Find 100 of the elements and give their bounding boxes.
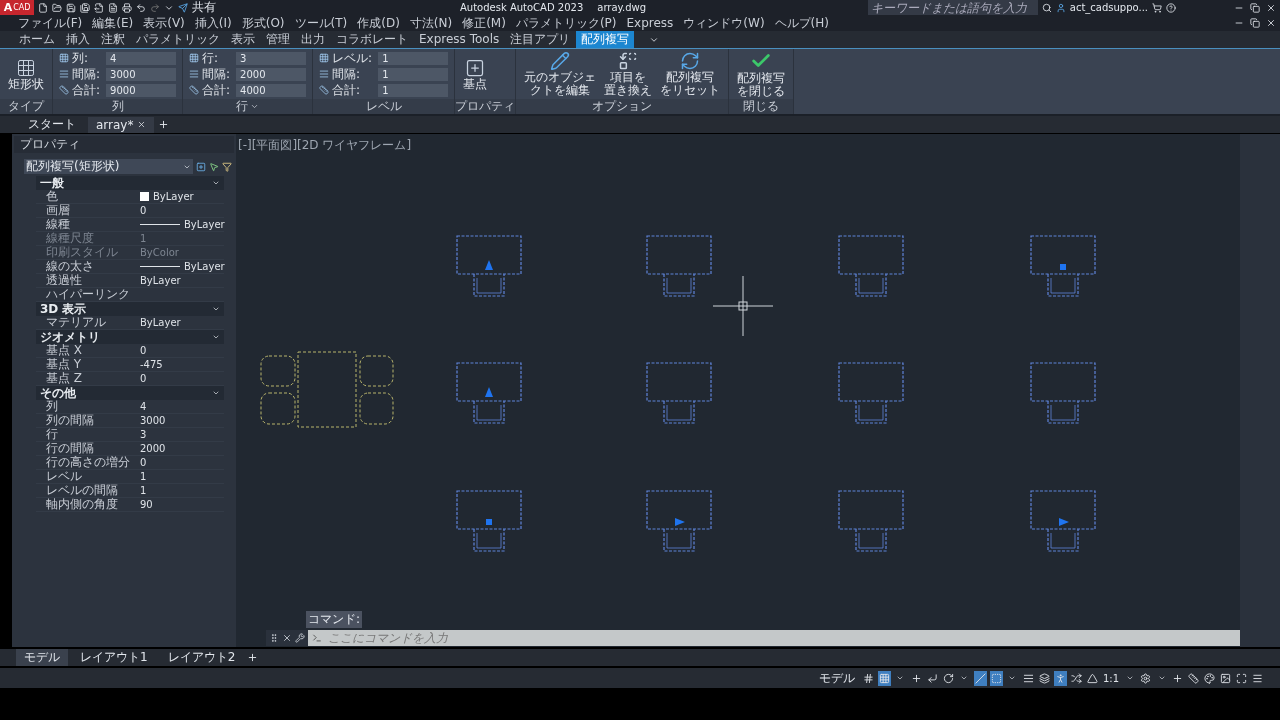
model-space-button[interactable]: モデル xyxy=(818,669,855,687)
value-field[interactable]: 3 xyxy=(236,51,307,65)
pointer-icon[interactable] xyxy=(209,161,219,172)
layout-tab[interactable]: モデル xyxy=(16,649,68,666)
save-icon[interactable] xyxy=(66,2,76,13)
layers-button[interactable] xyxy=(1037,670,1051,686)
caret-icon[interactable] xyxy=(212,389,220,397)
menu-item[interactable]: 修正(M) xyxy=(462,14,506,32)
document-icon[interactable] xyxy=(108,2,118,13)
settings-button[interactable] xyxy=(1139,670,1152,686)
restore-icon[interactable] xyxy=(1250,2,1260,13)
ribbon-button[interactable]: 基点 xyxy=(461,57,490,91)
user-icon[interactable] xyxy=(1055,2,1066,13)
user-name[interactable]: act_cadsuppo... xyxy=(1069,2,1148,13)
ribbon-tab[interactable]: 注目アプリ xyxy=(505,31,576,48)
ribbon-button[interactable]: 配列複写 を閉じる xyxy=(735,50,788,98)
add-tab-icon[interactable] xyxy=(158,119,170,130)
search-field[interactable]: キーワードまたは語句を入力 xyxy=(867,0,1038,15)
menu-item[interactable]: Express xyxy=(626,16,674,30)
value-field[interactable]: 1 xyxy=(378,51,449,65)
ribbon-button[interactable]: 配列複写 をリセット xyxy=(658,51,723,97)
value-field[interactable]: 1 xyxy=(378,83,449,97)
ribbon-tab[interactable]: 配列複写 xyxy=(576,31,635,48)
printer-icon[interactable] xyxy=(122,2,132,13)
export-icon[interactable] xyxy=(94,2,104,13)
value-field[interactable]: 3000 xyxy=(106,67,177,81)
new-file-icon[interactable] xyxy=(38,2,48,13)
document-tab[interactable]: スタート xyxy=(20,115,84,134)
caret-icon[interactable] xyxy=(212,179,220,187)
cross-arrows-button[interactable] xyxy=(1069,670,1083,686)
snap-grid-button[interactable] xyxy=(877,670,891,686)
ribbon-tab[interactable]: 表示 xyxy=(226,31,260,48)
add-tab-icon[interactable] xyxy=(247,652,259,663)
object-type-dropdown[interactable]: 配列複写(矩形状) xyxy=(24,159,193,174)
menu-item[interactable]: ウィンドウ(W) xyxy=(683,14,765,32)
viewport-label[interactable]: [-][平面図][2D ワイヤフレーム] xyxy=(238,137,412,154)
close-icon[interactable] xyxy=(1266,18,1276,28)
section-header[interactable]: その他 xyxy=(36,386,224,400)
menu-item[interactable]: 編集(E) xyxy=(92,14,134,32)
snap-square-button[interactable] xyxy=(989,670,1003,686)
close-icon[interactable] xyxy=(137,120,147,129)
menu-item[interactable]: ファイル(F) xyxy=(18,14,83,32)
app-button[interactable]: ACAD xyxy=(0,0,34,15)
ribbon-tab[interactable]: 注釈 xyxy=(96,31,130,48)
figure-button[interactable] xyxy=(1053,670,1067,686)
polar-icon xyxy=(942,672,954,684)
ribbon-button[interactable]: 矩形状 xyxy=(6,57,46,91)
command-field[interactable]: ここにコマンドを入力 xyxy=(326,630,1240,646)
value-field[interactable]: 1 xyxy=(378,67,449,81)
help-icon[interactable] xyxy=(1166,2,1176,13)
menu-item[interactable]: パラメトリック(P) xyxy=(515,14,617,32)
menu-item[interactable]: 形式(O) xyxy=(241,14,285,32)
value-field[interactable]: 2000 xyxy=(236,67,307,81)
menu-item[interactable]: 寸法(N) xyxy=(409,14,453,32)
property-label: レベルの間隔 xyxy=(45,484,119,497)
property-value: 0 xyxy=(140,456,147,469)
palette-button[interactable] xyxy=(1203,670,1216,686)
ribbon-tab[interactable]: 挿入 xyxy=(61,31,95,48)
scale-button[interactable]: 1:1 xyxy=(1101,670,1120,686)
ribbon-button[interactable]: 元のオブジェ クトを編集 xyxy=(522,51,599,97)
save-as-icon[interactable] xyxy=(80,2,90,13)
document-tab[interactable]: array* xyxy=(88,116,155,133)
ribbon-button[interactable]: 項目を 置き換え xyxy=(602,51,655,97)
angle-button[interactable] xyxy=(973,670,987,686)
ruler-button[interactable] xyxy=(1187,670,1200,686)
share-label[interactable]: 共有 xyxy=(192,0,216,16)
layout-tab[interactable]: レイアウト2 xyxy=(159,649,244,666)
value-field[interactable]: 9000 xyxy=(106,83,177,97)
close-icon[interactable] xyxy=(282,633,292,643)
section-header[interactable]: 一般 xyxy=(36,176,224,190)
ribbon-tab[interactable]: コラボレート xyxy=(331,31,413,48)
ribbon-tab[interactable]: ホーム xyxy=(14,31,60,48)
menu-item[interactable]: 表示(V) xyxy=(143,14,185,32)
section-header[interactable]: 3D 表示 xyxy=(36,302,224,316)
send-icon[interactable] xyxy=(178,2,188,13)
search-icon[interactable] xyxy=(1041,2,1052,13)
ribbon-tab[interactable]: 出力 xyxy=(296,31,330,48)
filter-icon[interactable] xyxy=(222,161,232,172)
ribbon-tab[interactable]: パラメトリック xyxy=(131,31,225,48)
wrench-icon[interactable] xyxy=(295,633,305,643)
menu-item[interactable]: ツール(T) xyxy=(294,14,348,32)
cart-icon[interactable] xyxy=(1152,2,1162,13)
section-header[interactable]: ジオメトリ xyxy=(36,330,224,344)
close-icon[interactable] xyxy=(1266,2,1276,13)
value-field[interactable]: 4 xyxy=(106,51,177,65)
caret-icon[interactable] xyxy=(212,305,220,313)
restore-icon[interactable] xyxy=(1250,18,1260,28)
menu-item[interactable]: ヘルプ(H) xyxy=(774,14,829,32)
value-field[interactable]: 4000 xyxy=(236,83,307,97)
caret-icon[interactable] xyxy=(212,333,220,341)
menu-item[interactable]: 挿入(I) xyxy=(194,14,232,32)
grip-icon[interactable] xyxy=(269,633,279,643)
folder-icon[interactable] xyxy=(52,2,62,13)
ribbon-tab[interactable]: 管理 xyxy=(261,31,295,48)
undo-icon[interactable] xyxy=(136,2,146,13)
add-select-icon[interactable] xyxy=(196,161,206,172)
menu-item[interactable]: 作成(D) xyxy=(357,14,400,32)
ribbon-tab[interactable]: Express Tools xyxy=(414,31,505,48)
caret-icon[interactable] xyxy=(250,102,260,111)
layout-tab[interactable]: レイアウト1 xyxy=(72,649,156,666)
